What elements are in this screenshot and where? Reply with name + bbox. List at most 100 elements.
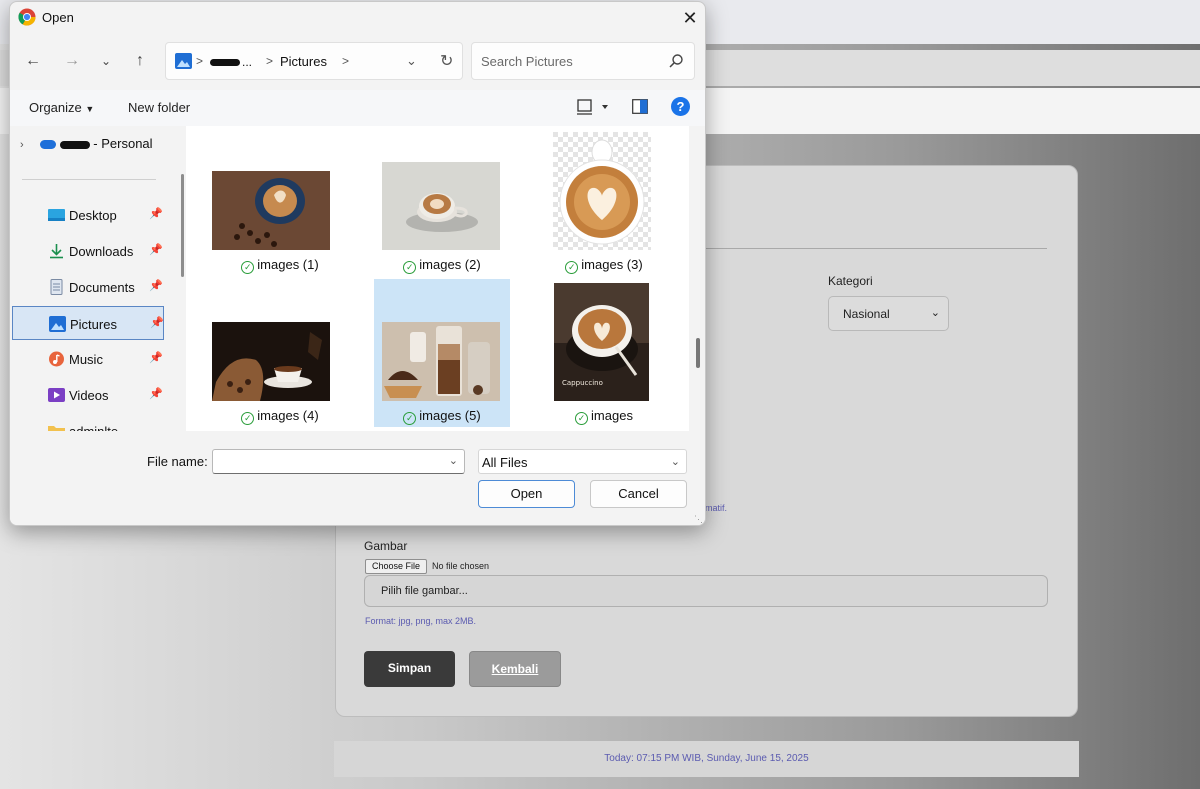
kembali-button[interactable]: Kembali — [469, 651, 561, 687]
nav-item-videos[interactable]: Videos 📌 — [12, 378, 164, 412]
help-icon[interactable]: ? — [671, 97, 690, 116]
view-options-icon[interactable] — [576, 98, 612, 116]
forward-arrow-icon[interactable]: → — [61, 50, 83, 72]
file-thumbnail — [382, 322, 500, 401]
breadcrumb-user[interactable]: ... — [210, 55, 252, 69]
onedrive-cloud-icon — [39, 140, 56, 150]
file-name: ✓ images (3) — [536, 257, 672, 274]
choose-file-button[interactable]: Choose File — [365, 559, 427, 574]
redacted-username — [59, 140, 90, 149]
documents-icon — [50, 279, 63, 295]
file-name-input[interactable]: ⌄ — [212, 449, 465, 474]
nav-item-desktop[interactable]: Desktop 📌 — [12, 198, 164, 232]
file-name-label: images (2) — [419, 257, 481, 272]
synced-check-icon: ✓ — [241, 261, 255, 274]
simpan-button[interactable]: Simpan — [364, 651, 455, 687]
pin-icon: 📌 — [149, 244, 163, 256]
pin-icon: 📌 — [149, 280, 163, 292]
close-icon[interactable]: ✕ — [679, 7, 701, 29]
nav-divider — [22, 179, 156, 180]
synced-check-icon: ✓ — [403, 261, 417, 274]
nav-item-music[interactable]: Music 📌 — [12, 342, 164, 376]
file-name: ✓ images — [536, 408, 672, 425]
chevron-down-icon: ⌄ — [670, 456, 680, 468]
nav-onedrive-personal[interactable]: › - Personal — [20, 136, 153, 151]
file-type-select[interactable]: All Files ⌄ — [478, 449, 687, 474]
pictures-folder-icon — [175, 53, 192, 69]
new-folder-button[interactable]: New folder — [128, 100, 190, 115]
file-item[interactable]: ✓ images (3) — [536, 128, 672, 276]
breadcrumb-separator: > — [196, 54, 204, 68]
breadcrumb-pictures[interactable]: Pictures — [280, 54, 327, 69]
nav-item-label: Documents — [69, 280, 135, 295]
up-arrow-icon[interactable]: ↑ — [129, 50, 151, 72]
file-thumbnail — [212, 171, 330, 250]
nav-item-label: Downloads — [69, 244, 134, 259]
search-placeholder: Search Pictures — [481, 54, 573, 69]
open-button[interactable]: Open — [478, 480, 575, 508]
footer-date-text: Today: 07:15 PM WIB, Sunday, June 15, 20… — [334, 741, 1079, 777]
dialog-titlebar: Open ✕ — [10, 2, 705, 34]
file-name: ✓ images (5) — [374, 408, 510, 425]
file-name: ✓ images (4) — [212, 408, 348, 425]
file-name: ✓ images (2) — [374, 257, 510, 274]
address-bar[interactable]: > ... > Pictures > ⌄ ↻ — [165, 42, 463, 80]
nav-item-label: Music — [69, 352, 103, 367]
recent-locations-chevron-icon[interactable]: ⌄ — [95, 50, 117, 72]
search-input[interactable]: Search Pictures — [471, 42, 695, 80]
file-name-label: images (4) — [257, 408, 319, 423]
chrome-icon — [18, 8, 36, 26]
file-item[interactable]: ✓ images (1) — [212, 128, 348, 276]
file-name-label: images (3) — [581, 257, 643, 272]
organize-button[interactable]: Organize ▼ — [29, 100, 94, 115]
gambar-label: Gambar — [364, 539, 408, 553]
nav-item-label: Pictures — [70, 317, 117, 332]
pin-icon: 📌 — [149, 388, 163, 400]
resize-grip-icon[interactable]: ⋱ — [694, 514, 703, 525]
dialog-toolbar: Organize ▼ New folder ? — [10, 90, 705, 126]
partial-help-text: matif. — [705, 503, 728, 513]
pictures-icon — [49, 316, 66, 332]
file-item[interactable]: Cappuccino ✓ images — [536, 279, 672, 427]
redacted-username — [210, 59, 240, 67]
file-item[interactable]: ✓ images (2) — [374, 128, 510, 276]
back-arrow-icon[interactable]: ← — [22, 50, 44, 72]
nav-item-downloads[interactable]: Downloads 📌 — [12, 234, 164, 268]
search-icon — [669, 54, 683, 68]
file-name: ✓ images (1) — [212, 257, 348, 274]
refresh-icon[interactable]: ↻ — [440, 51, 453, 71]
cancel-button[interactable]: Cancel — [590, 480, 687, 508]
kategori-select[interactable]: Nasional ⌄ — [828, 296, 949, 331]
open-file-dialog: Open ✕ ← → ⌄ ↑ > ... > Pictures > ⌄ ↻ Se… — [9, 1, 706, 526]
chevron-down-icon[interactable]: ⌄ — [406, 53, 417, 69]
file-name-label: images (5) — [419, 408, 481, 423]
synced-check-icon: ✓ — [403, 412, 417, 425]
nav-personal-label: - Personal — [93, 136, 153, 151]
file-item[interactable]: ✓ images (4) — [212, 279, 348, 427]
breadcrumb-user-label: ... — [242, 55, 253, 69]
file-thumbnail — [212, 322, 330, 401]
file-item-selected[interactable]: ✓ images (5) — [374, 279, 510, 427]
nav-scrollbar[interactable] — [181, 174, 184, 277]
preview-pane-icon[interactable] — [632, 99, 648, 114]
nav-item-documents[interactable]: Documents 📌 — [12, 270, 164, 304]
chevron-down-icon[interactable]: ⌄ — [449, 454, 458, 467]
folder-icon — [48, 426, 65, 431]
nav-item-adminlte[interactable]: adminlte — [12, 414, 164, 431]
organize-label: Organize — [29, 100, 82, 115]
videos-icon — [48, 388, 65, 402]
nav-item-label: Desktop — [69, 208, 117, 223]
music-icon — [49, 351, 64, 367]
nav-item-pictures[interactable]: Pictures 📌 — [12, 306, 164, 340]
dialog-footer: File name: ⌄ All Files ⌄ Open Cancel ⋱ — [10, 432, 705, 525]
gambar-file-input[interactable]: Pilih file gambar... — [364, 575, 1048, 607]
desktop-icon — [48, 209, 65, 221]
download-icon — [50, 244, 63, 259]
chevron-right-icon: › — [20, 139, 24, 151]
pin-icon: 📌 — [149, 352, 163, 364]
file-list: ✓ images (1) ✓ images (2) ✓ images (3) ✓… — [186, 126, 689, 431]
nav-item-label: adminlte — [69, 424, 118, 431]
pin-icon: 📌 — [150, 317, 164, 329]
file-list-scrollbar[interactable] — [696, 338, 700, 368]
file-name-label: File name: — [147, 454, 208, 469]
